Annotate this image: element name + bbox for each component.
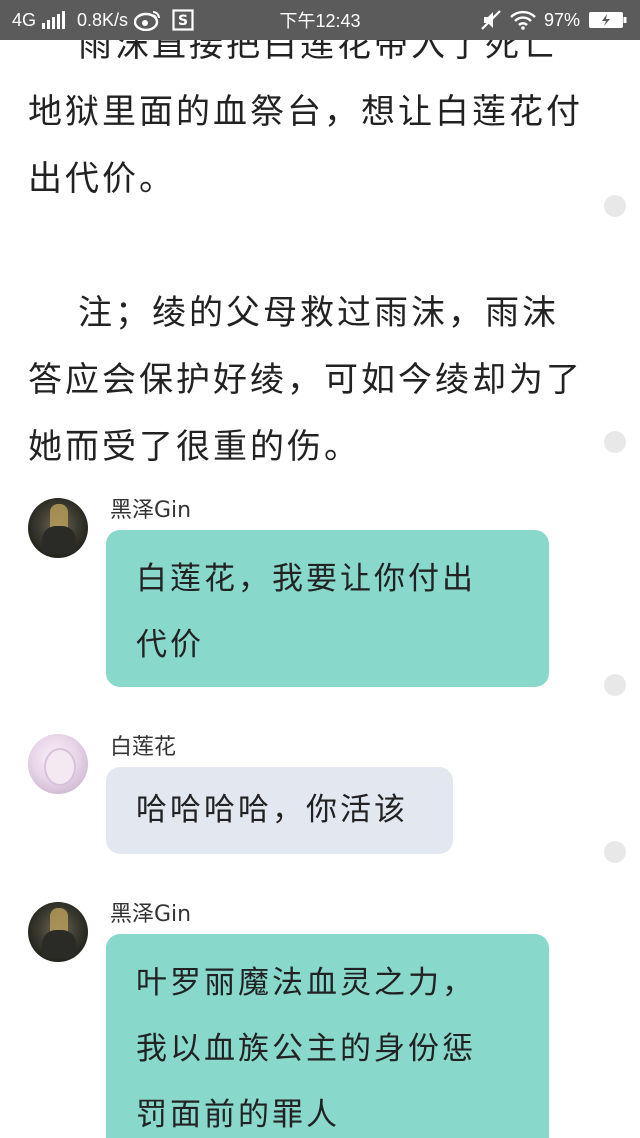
sender-name: 黑泽Gin	[110, 498, 192, 523]
side-marker-dot[interactable]	[604, 195, 626, 217]
story-note-paragraph: 注；绫的父母救过雨沫，雨沫 答应会保护好绫，可如今绫却为了 她而受了很重的伤。	[28, 280, 588, 481]
clock: 下午12:43	[279, 11, 361, 31]
avatar[interactable]	[28, 902, 88, 962]
story-line: 注；绫的父母救过雨沫，雨沫	[28, 280, 588, 347]
side-marker-dot[interactable]	[604, 431, 626, 453]
avatar[interactable]	[28, 734, 88, 794]
mute-icon	[480, 9, 502, 31]
story-line-text: 雨沫直接把白莲花带入了死亡	[78, 40, 559, 65]
side-marker-dot[interactable]	[604, 674, 626, 696]
message-line: 叶罗丽魔法血灵之力，	[136, 965, 476, 1001]
battery-charging-icon	[588, 10, 628, 30]
message-bubble[interactable]: 哈哈哈哈，你活该	[106, 767, 453, 854]
chat-story-view[interactable]: 雨沫直接把白莲花带入了死亡 地狱里面的血祭台，想让白莲花付 出代价。 注；绫的父…	[0, 40, 640, 1138]
message-line: 代价	[136, 627, 204, 663]
side-marker-dot[interactable]	[604, 841, 626, 863]
story-line: 地狱里面的血祭台，想让白莲花付	[28, 92, 583, 132]
message-line: 罚面前的罪人	[136, 1097, 340, 1133]
message-line: 哈哈哈哈，你活该	[136, 792, 408, 828]
message-line: 白莲花，我要让你付出	[136, 561, 476, 597]
status-bar: 4G 0.8K/s S 下午12:43 97%	[0, 0, 640, 40]
sender-name: 黑泽Gin	[110, 902, 192, 927]
message-line: 我以血族公主的身份惩	[136, 1031, 476, 1067]
battery-percent: 97%	[543, 9, 580, 30]
wifi-icon	[510, 10, 536, 30]
status-right: 97%	[480, 0, 628, 40]
message-bubble[interactable]: 叶罗丽魔法血灵之力， 我以血族公主的身份惩 罚面前的罪人	[106, 934, 549, 1138]
story-line: 雨沫直接把白莲花带入了死亡	[28, 40, 588, 79]
story-line: 答应会保护好绫，可如今绫却为了	[28, 360, 583, 400]
story-line-text: 注；绫的父母救过雨沫，雨沫	[78, 293, 559, 333]
sender-name: 白莲花	[110, 735, 177, 760]
message-bubble[interactable]: 白莲花，我要让你付出 代价	[106, 530, 549, 687]
avatar[interactable]	[28, 498, 88, 558]
story-line: 出代价。	[28, 159, 176, 199]
story-paragraph: 雨沫直接把白莲花带入了死亡 地狱里面的血祭台，想让白莲花付 出代价。	[28, 40, 588, 213]
story-line: 她而受了很重的伤。	[28, 427, 361, 467]
